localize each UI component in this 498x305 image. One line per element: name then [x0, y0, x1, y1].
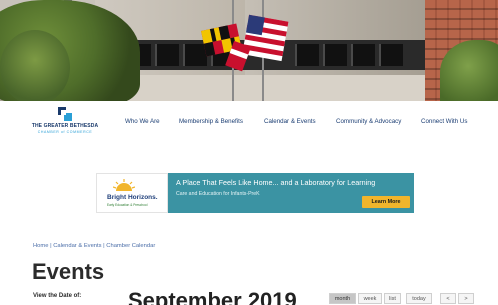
view-date-label: View the Date of: — [33, 293, 82, 299]
chamber-logo[interactable]: THE GREATER BETHESDA CHAMBER of COMMERCE — [28, 106, 102, 134]
ad-banner[interactable]: Bright Horizons. Early Education & Presc… — [96, 173, 414, 213]
breadcrumb-calendar-events[interactable]: Calendar & Events — [53, 243, 101, 249]
sun-icon — [113, 179, 135, 191]
ad-brand-panel: Bright Horizons. Early Education & Presc… — [96, 173, 168, 213]
ad-brand-tagline: Early Education & Preschool — [107, 203, 148, 207]
breadcrumb-current: Chamber Calendar — [106, 243, 156, 249]
hero-tree-right — [440, 40, 498, 101]
hero-photo — [0, 0, 498, 101]
breadcrumb: Home | Calendar & Events | Chamber Calen… — [33, 243, 155, 249]
nav-who-we-are[interactable]: Who We Are — [125, 118, 160, 125]
next-month-button[interactable]: > — [458, 293, 474, 304]
logo-title: THE GREATER BETHESDA — [31, 123, 99, 129]
page-title: Events — [32, 259, 105, 284]
prev-month-button[interactable]: < — [440, 293, 456, 304]
today-button[interactable]: today — [406, 293, 432, 304]
calendar-month-title: September 2019 — [128, 288, 297, 305]
week-view-button[interactable]: week — [358, 293, 382, 304]
month-view-button[interactable]: month — [329, 293, 356, 304]
list-view-button[interactable]: list — [384, 293, 401, 304]
learn-more-button[interactable]: Learn More — [362, 196, 410, 208]
breadcrumb-home[interactable]: Home — [33, 243, 48, 249]
ad-headline: A Place That Feels Like Home... and a La… — [176, 178, 376, 187]
ad-message-panel: A Place That Feels Like Home... and a La… — [168, 173, 414, 213]
ad-subheadline: Care and Education for Infants-PreK — [176, 191, 260, 197]
logo-subtitle: CHAMBER of COMMERCE — [37, 130, 93, 134]
nav-community-advocacy[interactable]: Community & Advocacy — [336, 118, 401, 125]
nav-connect-with-us[interactable]: Connect With Us — [421, 118, 467, 125]
nav-calendar-events[interactable]: Calendar & Events — [264, 118, 316, 125]
flags-icon — [201, 14, 289, 72]
chamber-logo-icon — [58, 107, 72, 121]
ad-brand-name: Bright Horizons. — [107, 194, 158, 201]
nav-membership-benefits[interactable]: Membership & Benefits — [179, 118, 243, 125]
